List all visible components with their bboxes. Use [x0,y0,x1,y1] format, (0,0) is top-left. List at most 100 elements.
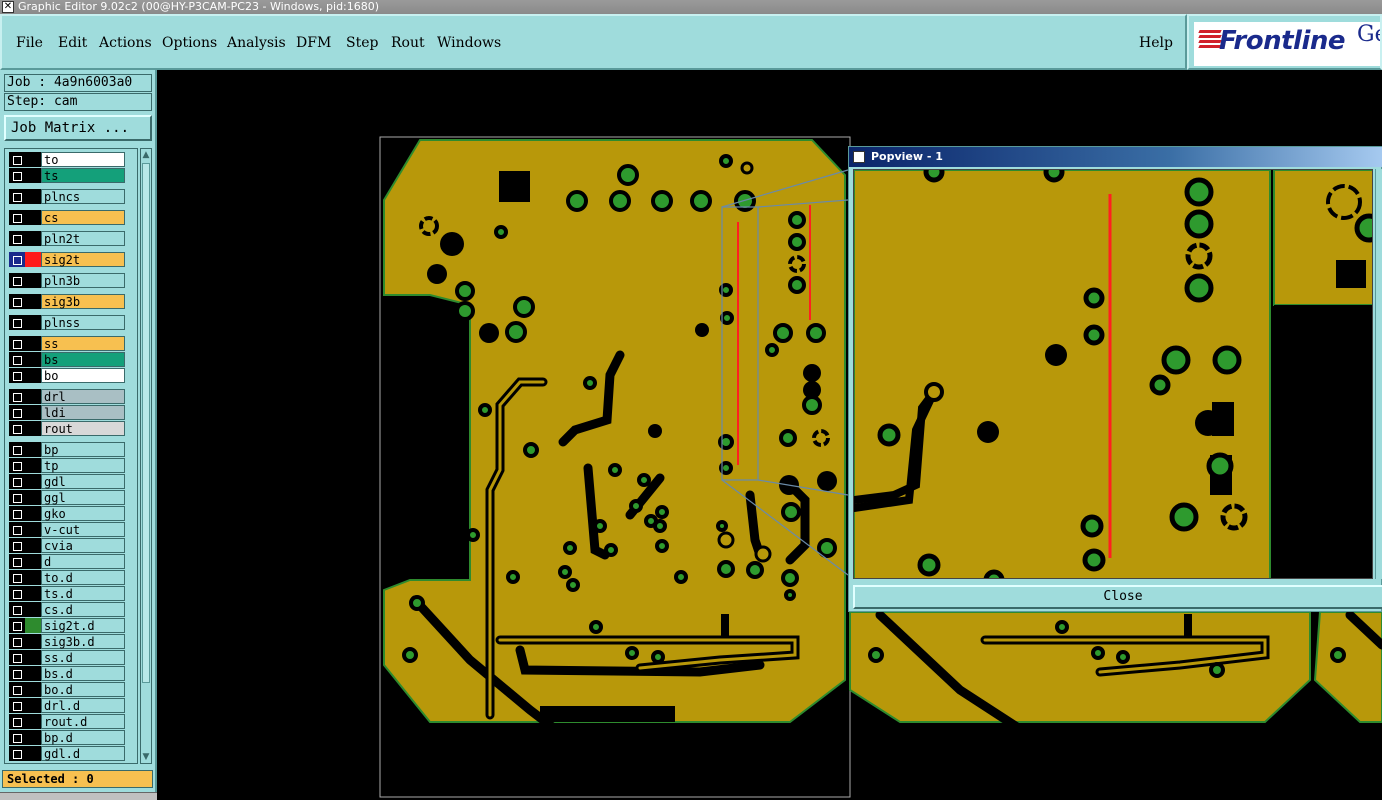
popview-title-bar[interactable]: Popview - 1 [849,147,1382,167]
layer-row-bo.d[interactable]: bo.d [7,682,127,697]
layer-name[interactable]: d [41,554,125,569]
layer-name[interactable]: ts.d [41,586,125,601]
layer-color-swatch[interactable] [25,368,41,383]
close-icon[interactable]: ✕ [2,1,14,13]
layer-checkbox[interactable] [9,618,25,633]
layer-row-gko[interactable]: gko [7,506,127,521]
layer-row-to.d[interactable]: to.d [7,570,127,585]
layer-checkbox[interactable] [9,315,25,330]
layer-name[interactable]: bs [41,352,125,367]
layer-checkbox[interactable] [9,336,25,351]
layer-row-sig3b.d[interactable]: sig3b.d [7,634,127,649]
layer-checkbox[interactable] [9,421,25,436]
menu-rout[interactable]: Rout [391,35,425,51]
layer-color-swatch[interactable] [25,650,41,665]
popview-canvas[interactable] [853,169,1373,579]
layer-checkbox[interactable] [9,650,25,665]
layer-checkbox[interactable] [9,714,25,729]
layer-color-swatch[interactable] [25,352,41,367]
layer-row-drl.d[interactable]: drl.d [7,698,127,713]
layer-name[interactable]: bo [41,368,125,383]
layer-name[interactable]: drl [41,389,125,404]
layer-name[interactable]: rout.d [41,714,125,729]
layer-name[interactable]: plncs [41,189,125,204]
layer-color-swatch[interactable] [25,294,41,309]
layer-color-swatch[interactable] [25,389,41,404]
layer-checkbox[interactable] [9,586,25,601]
layer-color-swatch[interactable] [25,682,41,697]
menu-edit[interactable]: Edit [58,35,87,51]
layer-checkbox[interactable] [9,490,25,505]
menu-dfm[interactable]: DFM [296,35,331,51]
layer-checkbox[interactable] [9,294,25,309]
layer-row-sig2t[interactable]: sig2t [7,252,127,267]
layer-color-swatch[interactable] [25,698,41,713]
layer-row-ss[interactable]: ss [7,336,127,351]
layer-checkbox[interactable] [9,405,25,420]
layer-color-swatch[interactable] [25,490,41,505]
layer-name[interactable]: cvia [41,538,125,553]
menu-actions[interactable]: Actions [99,35,152,51]
layer-color-swatch[interactable] [25,442,41,457]
layer-checkbox[interactable] [9,554,25,569]
layer-color-swatch[interactable] [25,168,41,183]
layer-checkbox[interactable] [9,442,25,457]
layer-name[interactable]: bp [41,442,125,457]
layer-row-ss.d[interactable]: ss.d [7,650,127,665]
layer-checkbox[interactable] [9,458,25,473]
layer-name[interactable]: rout [41,421,125,436]
layer-row-cvia[interactable]: cvia [7,538,127,553]
layer-color-swatch[interactable] [25,618,41,633]
layer-name[interactable]: drl.d [41,698,125,713]
layer-row-cs[interactable]: cs [7,210,127,225]
layer-name[interactable]: bp.d [41,730,125,745]
layer-row-gdl.d[interactable]: gdl.d [7,746,127,761]
layer-color-swatch[interactable] [25,634,41,649]
layer-row-d[interactable]: d [7,554,127,569]
layer-row-drl[interactable]: drl [7,389,127,404]
job-matrix-button[interactable]: Job Matrix ... [4,115,152,141]
layer-checkbox[interactable] [9,506,25,521]
layer-color-swatch[interactable] [25,405,41,420]
popview-side-toolbar[interactable] [1375,169,1382,579]
layer-color-swatch[interactable] [25,231,41,246]
layer-name[interactable]: pln3b [41,273,125,288]
layer-checkbox[interactable] [9,730,25,745]
layer-row-to[interactable]: to [7,152,127,167]
layer-checkbox[interactable] [9,698,25,713]
layer-color-swatch[interactable] [25,336,41,351]
layer-row-ts.d[interactable]: ts.d [7,586,127,601]
layer-checkbox[interactable] [9,474,25,489]
menu-file[interactable]: File [16,35,43,51]
layer-row-ggl[interactable]: ggl [7,490,127,505]
layer-color-swatch[interactable] [25,189,41,204]
layer-checkbox[interactable] [9,389,25,404]
layer-row-cs.d[interactable]: cs.d [7,602,127,617]
layer-checkbox[interactable] [9,570,25,585]
layer-color-swatch[interactable] [25,522,41,537]
layer-name[interactable]: v-cut [41,522,125,537]
layer-row-plncs[interactable]: plncs [7,189,127,204]
layer-checkbox[interactable] [9,746,25,761]
layer-checkbox[interactable] [9,352,25,367]
layer-checkbox[interactable] [9,682,25,697]
layer-checkbox[interactable] [9,634,25,649]
layer-name[interactable]: ldi [41,405,125,420]
layer-color-swatch[interactable] [25,570,41,585]
scrollbar-thumb[interactable] [142,163,150,683]
layer-row-pln3b[interactable]: pln3b [7,273,127,288]
layer-checkbox[interactable] [9,189,25,204]
layer-checkbox[interactable] [9,152,25,167]
layer-color-swatch[interactable] [25,458,41,473]
layer-color-swatch[interactable] [25,666,41,681]
layer-checkbox[interactable] [9,231,25,246]
layer-name[interactable]: bs.d [41,666,125,681]
layer-name[interactable]: gko [41,506,125,521]
layer-row-sig3b[interactable]: sig3b [7,294,127,309]
menu-options[interactable]: Options [162,35,217,51]
layer-name[interactable]: tp [41,458,125,473]
layer-row-ldi[interactable]: ldi [7,405,127,420]
layer-checkbox[interactable] [9,666,25,681]
layer-row-ts[interactable]: ts [7,168,127,183]
layer-color-swatch[interactable] [25,474,41,489]
